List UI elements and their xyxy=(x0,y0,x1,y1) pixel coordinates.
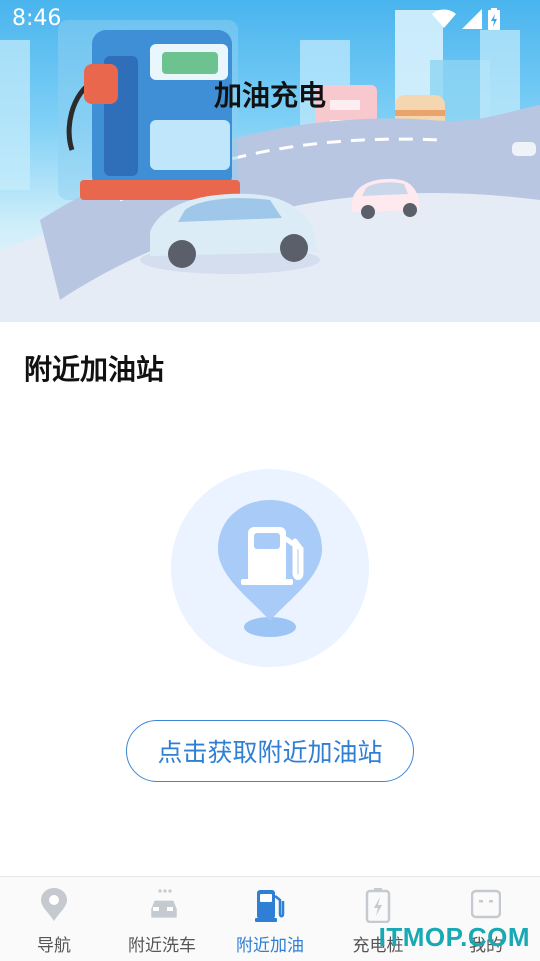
tab-label: 附近加油 xyxy=(236,936,304,956)
tab-navigation[interactable]: 导航 xyxy=(0,877,108,961)
status-bar: 8:46 xyxy=(0,0,540,38)
tab-label: 附近洗车 xyxy=(128,936,196,956)
car-wash-icon xyxy=(151,889,177,918)
profile-icon xyxy=(471,889,501,919)
tab-label: 导航 xyxy=(37,936,71,956)
banner-illustration xyxy=(0,10,540,322)
charging-battery-icon xyxy=(365,888,391,923)
fuel-pump-icon xyxy=(255,890,285,922)
cell-signal-icon xyxy=(462,9,482,29)
battery-icon xyxy=(488,8,500,30)
tab-nearby-gas[interactable]: 附近加油 xyxy=(216,877,324,961)
wifi-icon xyxy=(432,9,456,28)
map-pin-icon xyxy=(41,888,67,921)
tab-nearby-car-wash[interactable]: 附近洗车 xyxy=(108,877,216,961)
empty-state-illustration xyxy=(171,469,369,667)
status-time: 8:46 xyxy=(12,6,62,31)
page-title: 加油充电 xyxy=(213,79,326,112)
watermark: ITMOP.COM xyxy=(378,922,530,952)
section-title: 附近加油站 xyxy=(24,353,165,386)
header-banner xyxy=(0,0,540,322)
status-icons xyxy=(432,8,500,30)
gas-station-location-icon xyxy=(171,469,369,667)
get-nearby-gas-stations-button[interactable]: 点击获取附近加油站 xyxy=(126,720,414,782)
